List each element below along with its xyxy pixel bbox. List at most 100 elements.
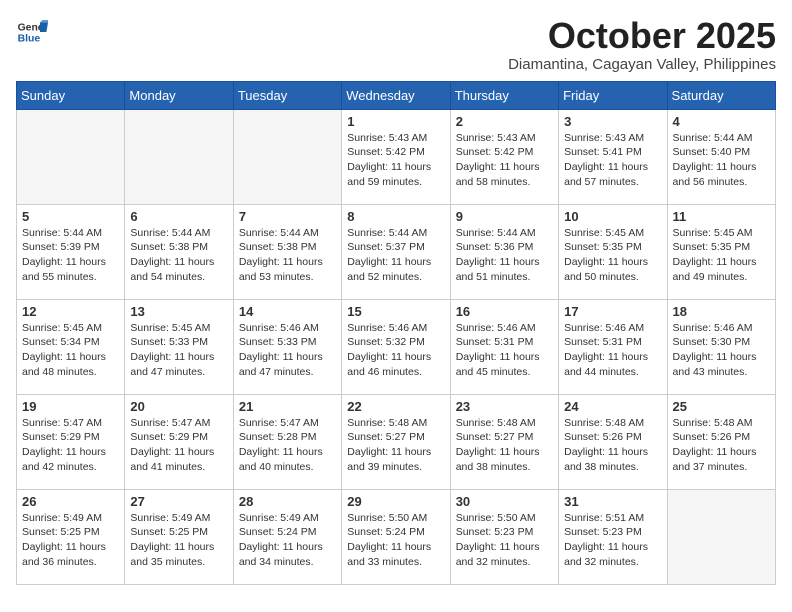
day-number: 25 bbox=[673, 399, 770, 414]
day-number: 9 bbox=[456, 209, 553, 224]
day-info: Sunrise: 5:43 AM Sunset: 5:41 PM Dayligh… bbox=[564, 131, 661, 190]
day-cell-0-2 bbox=[233, 109, 341, 204]
day-cell-0-1 bbox=[125, 109, 233, 204]
week-row-2: 5 Sunrise: 5:44 AM Sunset: 5:39 PM Daylig… bbox=[17, 204, 776, 299]
day-cell-1-3: 8Sunrise: 5:44 AM Sunset: 5:37 PM Daylig… bbox=[342, 204, 450, 299]
col-monday: Monday bbox=[125, 81, 233, 109]
day-info: Sunrise: 5:45 AM Sunset: 5:35 PM Dayligh… bbox=[673, 226, 770, 285]
day-number: 18 bbox=[673, 304, 770, 319]
day-info: Sunrise: 5:45 AM Sunset: 5:35 PM Dayligh… bbox=[564, 226, 661, 285]
title-block: October 2025 Diamantina, Cagayan Valley,… bbox=[508, 16, 776, 73]
day-number: 14 bbox=[239, 304, 336, 319]
week-row-5: 26Sunrise: 5:49 AM Sunset: 5:25 PM Dayli… bbox=[17, 489, 776, 584]
day-number: 4 bbox=[673, 114, 770, 129]
day-cell-3-5: 24 Sunrise: 5:48 AM Sunset: 5:26 PM Dayli… bbox=[559, 394, 667, 489]
day-number: 5 bbox=[22, 209, 119, 224]
day-cell-2-0: 12Sunrise: 5:45 AM Sunset: 5:34 PM Dayli… bbox=[17, 299, 125, 394]
day-number: 20 bbox=[130, 399, 227, 414]
day-info: Sunrise: 5:48 AM Sunset: 5:26 PM Dayligh… bbox=[564, 416, 661, 475]
day-info: Sunrise: 5:49 AM Sunset: 5:25 PM Dayligh… bbox=[22, 511, 119, 570]
logo: General Blue bbox=[16, 16, 48, 48]
day-number: 19 bbox=[22, 399, 119, 414]
day-cell-2-1: 13Sunrise: 5:45 AM Sunset: 5:33 PM Dayli… bbox=[125, 299, 233, 394]
day-info: Sunrise: 5:49 AM Sunset: 5:25 PM Dayligh… bbox=[130, 511, 227, 570]
day-number: 23 bbox=[456, 399, 553, 414]
day-cell-0-6: 4 Sunrise: 5:44 AM Sunset: 5:40 PM Daylig… bbox=[667, 109, 775, 204]
day-cell-4-0: 26Sunrise: 5:49 AM Sunset: 5:25 PM Dayli… bbox=[17, 489, 125, 584]
day-number: 13 bbox=[130, 304, 227, 319]
day-number: 8 bbox=[347, 209, 444, 224]
day-cell-2-3: 15 Sunrise: 5:46 AM Sunset: 5:32 PM Dayli… bbox=[342, 299, 450, 394]
day-cell-4-6 bbox=[667, 489, 775, 584]
day-info: Sunrise: 5:44 AM Sunset: 5:38 PM Dayligh… bbox=[130, 226, 227, 285]
day-number: 21 bbox=[239, 399, 336, 414]
col-wednesday: Wednesday bbox=[342, 81, 450, 109]
page-header: General Blue October 2025 Diamantina, Ca… bbox=[16, 16, 776, 73]
day-info: Sunrise: 5:44 AM Sunset: 5:40 PM Dayligh… bbox=[673, 131, 770, 190]
day-info: Sunrise: 5:47 AM Sunset: 5:29 PM Dayligh… bbox=[130, 416, 227, 475]
day-info: Sunrise: 5:44 AM Sunset: 5:39 PM Dayligh… bbox=[22, 226, 119, 285]
day-info: Sunrise: 5:48 AM Sunset: 5:27 PM Dayligh… bbox=[347, 416, 444, 475]
month-title: October 2025 bbox=[508, 16, 776, 56]
day-cell-2-5: 17 Sunrise: 5:46 AM Sunset: 5:31 PM Dayli… bbox=[559, 299, 667, 394]
day-number: 31 bbox=[564, 494, 661, 509]
day-cell-1-1: 6 Sunrise: 5:44 AM Sunset: 5:38 PM Daylig… bbox=[125, 204, 233, 299]
col-saturday: Saturday bbox=[667, 81, 775, 109]
day-info: Sunrise: 5:48 AM Sunset: 5:26 PM Dayligh… bbox=[673, 416, 770, 475]
day-cell-3-4: 23 Sunrise: 5:48 AM Sunset: 5:27 PM Dayli… bbox=[450, 394, 558, 489]
day-info: Sunrise: 5:46 AM Sunset: 5:30 PM Dayligh… bbox=[673, 321, 770, 380]
day-number: 3 bbox=[564, 114, 661, 129]
day-number: 11 bbox=[673, 209, 770, 224]
day-cell-2-4: 16 Sunrise: 5:46 AM Sunset: 5:31 PM Dayli… bbox=[450, 299, 558, 394]
day-cell-0-5: 3 Sunrise: 5:43 AM Sunset: 5:41 PM Daylig… bbox=[559, 109, 667, 204]
svg-text:Blue: Blue bbox=[18, 34, 41, 45]
day-number: 6 bbox=[130, 209, 227, 224]
day-info: Sunrise: 5:46 AM Sunset: 5:32 PM Dayligh… bbox=[347, 321, 444, 380]
day-cell-3-0: 19 Sunrise: 5:47 AM Sunset: 5:29 PM Dayli… bbox=[17, 394, 125, 489]
day-info: Sunrise: 5:47 AM Sunset: 5:28 PM Dayligh… bbox=[239, 416, 336, 475]
col-friday: Friday bbox=[559, 81, 667, 109]
day-number: 12 bbox=[22, 304, 119, 319]
day-info: Sunrise: 5:46 AM Sunset: 5:31 PM Dayligh… bbox=[456, 321, 553, 380]
day-cell-3-3: 22Sunrise: 5:48 AM Sunset: 5:27 PM Dayli… bbox=[342, 394, 450, 489]
day-number: 2 bbox=[456, 114, 553, 129]
day-info: Sunrise: 5:43 AM Sunset: 5:42 PM Dayligh… bbox=[347, 131, 444, 190]
location-subtitle: Diamantina, Cagayan Valley, Philippines bbox=[508, 56, 776, 73]
day-info: Sunrise: 5:47 AM Sunset: 5:29 PM Dayligh… bbox=[22, 416, 119, 475]
day-cell-2-2: 14 Sunrise: 5:46 AM Sunset: 5:33 PM Dayli… bbox=[233, 299, 341, 394]
day-info: Sunrise: 5:46 AM Sunset: 5:31 PM Dayligh… bbox=[564, 321, 661, 380]
col-tuesday: Tuesday bbox=[233, 81, 341, 109]
week-row-3: 12Sunrise: 5:45 AM Sunset: 5:34 PM Dayli… bbox=[17, 299, 776, 394]
col-thursday: Thursday bbox=[450, 81, 558, 109]
day-info: Sunrise: 5:44 AM Sunset: 5:36 PM Dayligh… bbox=[456, 226, 553, 285]
day-number: 28 bbox=[239, 494, 336, 509]
day-cell-1-0: 5 Sunrise: 5:44 AM Sunset: 5:39 PM Daylig… bbox=[17, 204, 125, 299]
day-cell-0-4: 2 Sunrise: 5:43 AM Sunset: 5:42 PM Daylig… bbox=[450, 109, 558, 204]
day-number: 15 bbox=[347, 304, 444, 319]
day-info: Sunrise: 5:44 AM Sunset: 5:38 PM Dayligh… bbox=[239, 226, 336, 285]
day-cell-1-6: 11 Sunrise: 5:45 AM Sunset: 5:35 PM Dayli… bbox=[667, 204, 775, 299]
day-cell-3-1: 20 Sunrise: 5:47 AM Sunset: 5:29 PM Dayli… bbox=[125, 394, 233, 489]
day-cell-4-3: 29 Sunrise: 5:50 AM Sunset: 5:24 PM Dayli… bbox=[342, 489, 450, 584]
day-number: 10 bbox=[564, 209, 661, 224]
day-cell-3-6: 25 Sunrise: 5:48 AM Sunset: 5:26 PM Dayli… bbox=[667, 394, 775, 489]
day-info: Sunrise: 5:48 AM Sunset: 5:27 PM Dayligh… bbox=[456, 416, 553, 475]
calendar-table: Sunday Monday Tuesday Wednesday Thursday… bbox=[16, 81, 776, 585]
day-cell-0-0 bbox=[17, 109, 125, 204]
day-cell-3-2: 21 Sunrise: 5:47 AM Sunset: 5:28 PM Dayli… bbox=[233, 394, 341, 489]
day-number: 30 bbox=[456, 494, 553, 509]
day-info: Sunrise: 5:43 AM Sunset: 5:42 PM Dayligh… bbox=[456, 131, 553, 190]
day-number: 16 bbox=[456, 304, 553, 319]
day-cell-1-5: 10 Sunrise: 5:45 AM Sunset: 5:35 PM Dayli… bbox=[559, 204, 667, 299]
day-cell-0-3: 1Sunrise: 5:43 AM Sunset: 5:42 PM Daylig… bbox=[342, 109, 450, 204]
day-cell-4-4: 30Sunrise: 5:50 AM Sunset: 5:23 PM Dayli… bbox=[450, 489, 558, 584]
day-info: Sunrise: 5:50 AM Sunset: 5:24 PM Dayligh… bbox=[347, 511, 444, 570]
calendar-header-row: Sunday Monday Tuesday Wednesday Thursday… bbox=[17, 81, 776, 109]
day-number: 17 bbox=[564, 304, 661, 319]
day-number: 24 bbox=[564, 399, 661, 414]
week-row-1: 1Sunrise: 5:43 AM Sunset: 5:42 PM Daylig… bbox=[17, 109, 776, 204]
day-number: 7 bbox=[239, 209, 336, 224]
logo-icon: General Blue bbox=[16, 16, 48, 48]
day-number: 29 bbox=[347, 494, 444, 509]
day-info: Sunrise: 5:46 AM Sunset: 5:33 PM Dayligh… bbox=[239, 321, 336, 380]
